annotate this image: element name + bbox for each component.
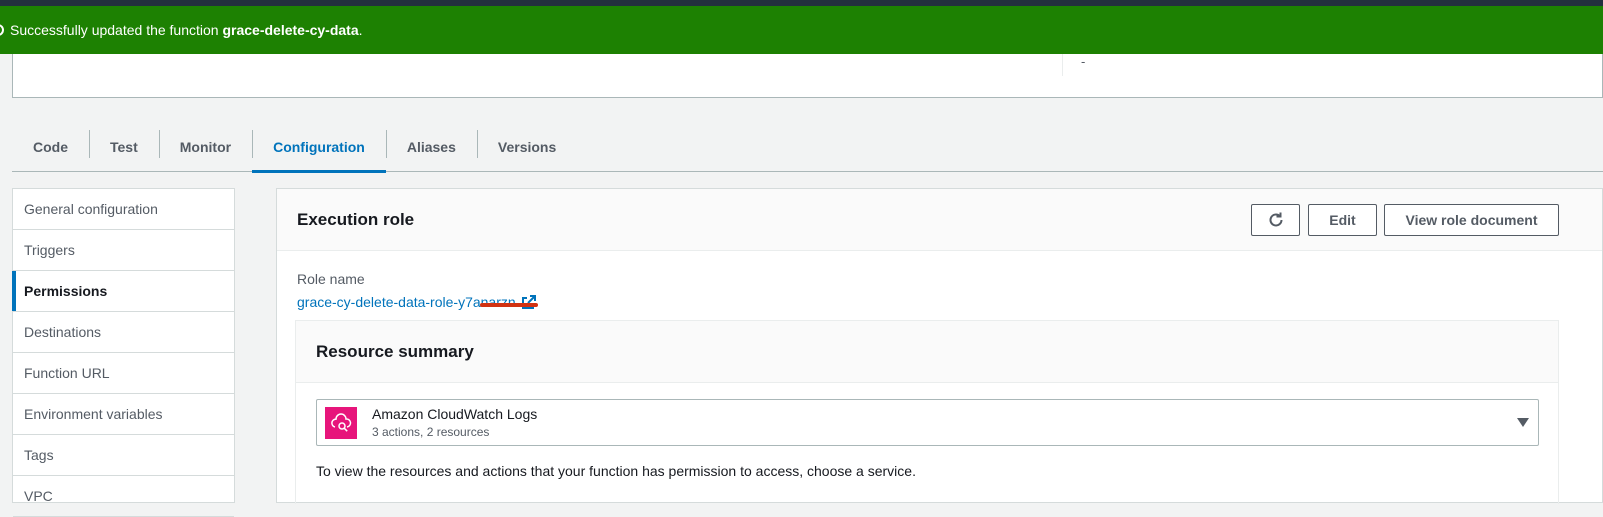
header-divider [1062,54,1063,76]
execution-role-panel: Execution role Edit View role document R… [276,188,1603,504]
refresh-button[interactable] [1251,204,1300,236]
view-role-document-button[interactable]: View role document [1384,204,1559,236]
role-name-label: Role name [297,271,365,287]
resource-summary-hint: To view the resources and actions that y… [316,463,916,479]
tab-aliases[interactable]: Aliases [385,122,477,172]
configuration-side-nav: General configuration Triggers Permissio… [12,188,235,517]
function-tabs: Code Test Monitor Configuration Aliases … [12,122,1603,173]
service-name: Amazon CloudWatch Logs [372,406,538,422]
caret-down-icon [1517,418,1529,427]
function-overview-card: - [12,54,1603,98]
flash-prefix: Successfully updated the function [10,22,223,38]
service-summary: 3 actions, 2 resources [372,425,490,439]
sidebar-item-tags[interactable]: Tags [13,435,234,476]
sidebar-item-function-url[interactable]: Function URL [13,353,234,394]
header-value: - [1081,54,1086,69]
service-dropdown[interactable]: Amazon CloudWatch Logs 3 actions, 2 reso… [316,399,1539,446]
sidebar-item-environment-variables[interactable]: Environment variables [13,394,234,435]
role-name-link[interactable]: grace-cy-delete-data-role-y7anarzn [297,294,538,310]
edit-button[interactable]: Edit [1308,204,1377,236]
role-name-text: grace-cy-delete-data-role-y7anarzn [297,294,516,310]
tab-code[interactable]: Code [12,122,89,172]
service-text: Amazon CloudWatch Logs 3 actions, 2 reso… [372,406,537,439]
tab-versions[interactable]: Versions [476,122,577,172]
flash-function-name: grace-delete-cy-data [222,22,359,38]
sidebar-item-vpc[interactable]: VPC [13,476,234,517]
cloudwatch-logs-icon [325,406,357,439]
redaction-mark [480,303,538,307]
flash-message: Successfully updated the function grace-… [10,22,363,38]
refresh-icon [1269,212,1282,227]
success-check-icon [0,24,4,36]
flash-suffix: . [358,22,363,38]
resource-summary-title: Resource summary [296,321,1558,383]
execution-role-header: Execution role Edit View role document [277,189,1602,251]
sidebar-item-destinations[interactable]: Destinations [13,312,234,353]
tab-test[interactable]: Test [89,122,159,172]
sidebar-item-triggers[interactable]: Triggers [13,230,234,271]
sidebar-item-general-configuration[interactable]: General configuration [13,189,234,230]
tab-monitor[interactable]: Monitor [158,122,252,172]
resource-summary-section: Resource summary Amazon CloudWatch Logs … [295,320,1559,504]
tab-configuration[interactable]: Configuration [252,122,386,173]
execution-role-title: Execution role [297,209,415,229]
external-link-icon [521,295,536,309]
sidebar-item-permissions[interactable]: Permissions [12,271,234,312]
success-flash-banner: Successfully updated the function grace-… [0,6,1603,54]
